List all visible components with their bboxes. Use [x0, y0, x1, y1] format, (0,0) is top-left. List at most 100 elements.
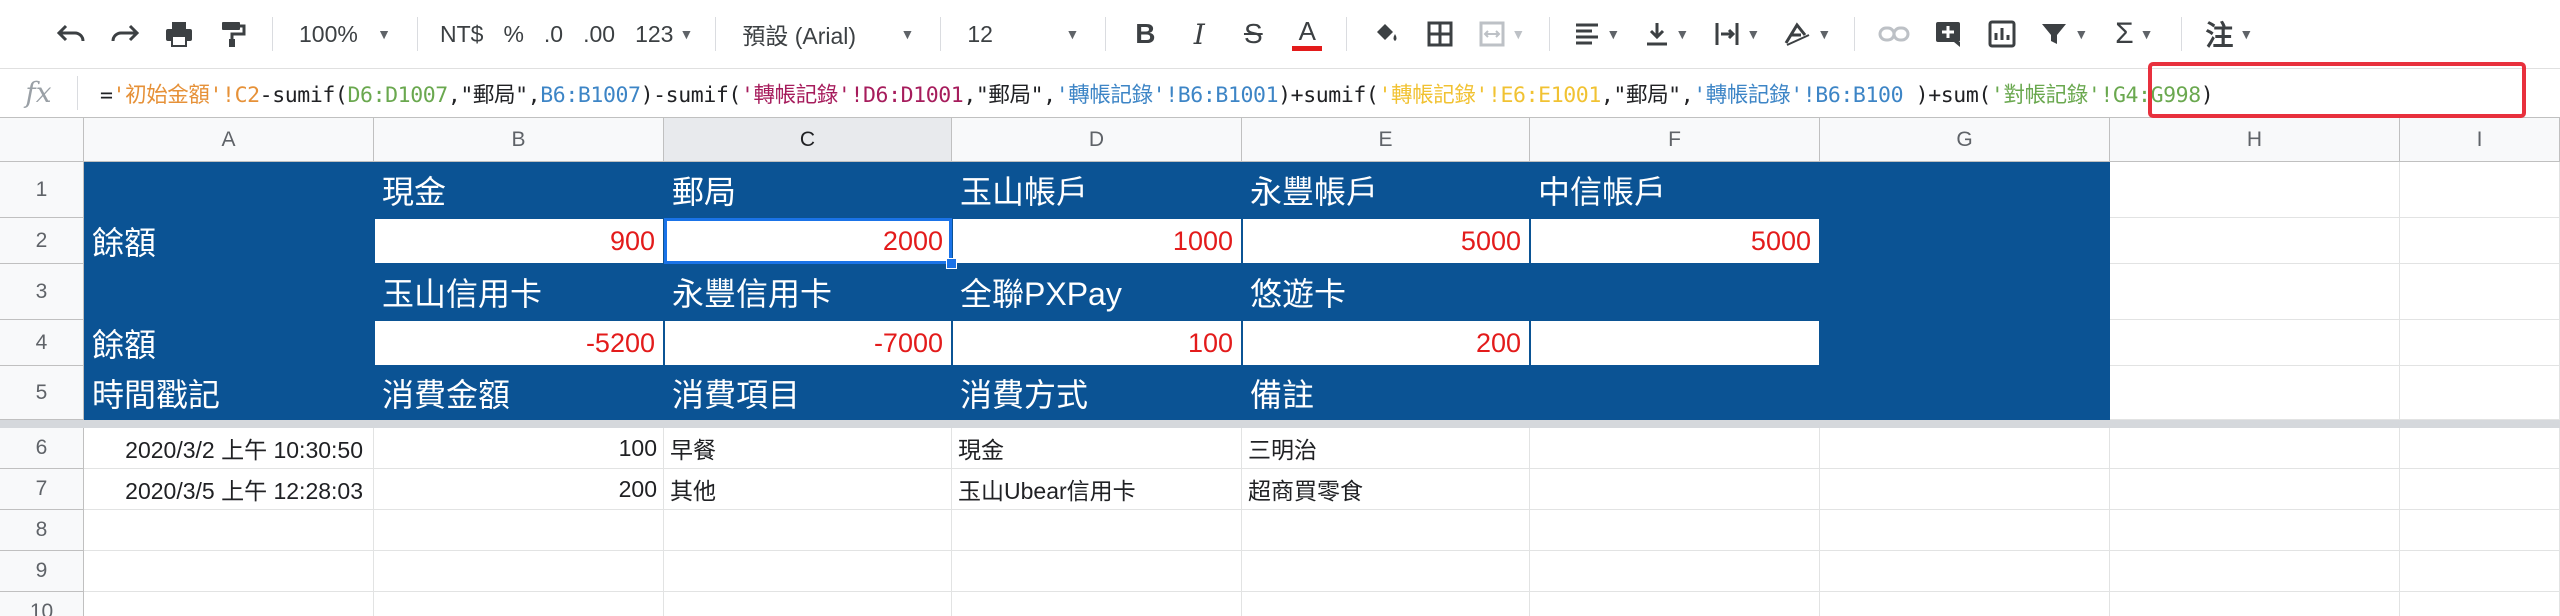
- empty-cell[interactable]: [1820, 551, 2110, 592]
- merge-cells-icon[interactable]: ▼: [1467, 12, 1537, 56]
- row-header-5[interactable]: 5: [0, 366, 84, 420]
- font-size-select[interactable]: 12 ▼: [953, 12, 1093, 56]
- filter-icon[interactable]: ▼: [2029, 12, 2099, 56]
- empty-cell[interactable]: [374, 551, 664, 592]
- empty-cell[interactable]: [2400, 218, 2560, 264]
- empty-cell[interactable]: [2110, 551, 2400, 592]
- data-cell-a6: 2020/3/2 上午 10:30:50: [84, 428, 374, 469]
- row-header-6[interactable]: 6: [0, 428, 84, 469]
- column-header-c[interactable]: C: [664, 118, 952, 162]
- decrease-decimal-button[interactable]: .0: [534, 12, 573, 56]
- bold-button[interactable]: B: [1118, 12, 1172, 56]
- empty-cell[interactable]: [2110, 162, 2400, 218]
- empty-cell[interactable]: [2400, 162, 2560, 218]
- empty-cell[interactable]: [2110, 592, 2400, 616]
- row-header-10[interactable]: 10: [0, 592, 84, 616]
- empty-cell[interactable]: [1530, 469, 1820, 510]
- empty-cell[interactable]: [84, 510, 374, 551]
- row-header-2[interactable]: 2: [0, 218, 84, 264]
- formula-input[interactable]: ='初始金額'!C2-sumif(D6:D1007,"郵局",B6:B1007)…: [100, 78, 2214, 109]
- empty-cell[interactable]: [664, 592, 952, 616]
- font-select[interactable]: 預設 (Arial) ▼: [728, 12, 928, 56]
- empty-cell[interactable]: [2400, 264, 2560, 320]
- undo-icon[interactable]: [44, 12, 98, 56]
- redo-icon[interactable]: [98, 12, 152, 56]
- empty-cell[interactable]: [2110, 264, 2400, 320]
- row-header-9[interactable]: 9: [0, 551, 84, 592]
- empty-cell[interactable]: [84, 551, 374, 592]
- empty-cell[interactable]: [952, 551, 1242, 592]
- empty-cell[interactable]: [1820, 510, 2110, 551]
- percent-format-button[interactable]: %: [493, 12, 533, 56]
- text-color-button[interactable]: A: [1280, 12, 1334, 56]
- empty-cell[interactable]: [2400, 510, 2560, 551]
- empty-cell[interactable]: [952, 510, 1242, 551]
- row-header-7[interactable]: 7: [0, 469, 84, 510]
- empty-cell[interactable]: [1530, 510, 1820, 551]
- empty-cell[interactable]: [1530, 428, 1820, 469]
- empty-cell[interactable]: [84, 592, 374, 616]
- column-header-g[interactable]: G: [1820, 118, 2110, 162]
- row-header-4[interactable]: 4: [0, 320, 84, 366]
- column-header-h[interactable]: H: [2110, 118, 2400, 162]
- empty-cell[interactable]: [2110, 428, 2400, 469]
- vertical-align-icon[interactable]: ▼: [1632, 12, 1702, 56]
- horizontal-align-icon[interactable]: ▼: [1562, 12, 1632, 56]
- column-header-b[interactable]: B: [374, 118, 664, 162]
- row-header-1[interactable]: 1: [0, 162, 84, 218]
- empty-cell[interactable]: [2400, 469, 2560, 510]
- frozen-rows-divider[interactable]: [0, 420, 2560, 428]
- empty-cell[interactable]: [2110, 320, 2400, 366]
- more-formats-button[interactable]: 123 ▼: [625, 12, 703, 56]
- currency-format-button[interactable]: NT$: [430, 12, 493, 56]
- borders-icon[interactable]: [1413, 12, 1467, 56]
- empty-cell[interactable]: [664, 510, 952, 551]
- empty-cell[interactable]: [2400, 428, 2560, 469]
- column-header-d[interactable]: D: [952, 118, 1242, 162]
- paint-format-icon[interactable]: [206, 12, 260, 56]
- column-header-e[interactable]: E: [1242, 118, 1530, 162]
- strikethrough-button[interactable]: S: [1226, 12, 1280, 56]
- empty-cell[interactable]: [664, 551, 952, 592]
- print-icon[interactable]: [152, 12, 206, 56]
- empty-cell[interactable]: [2110, 510, 2400, 551]
- zoom-select[interactable]: 100% ▼: [285, 12, 405, 56]
- empty-cell[interactable]: [952, 592, 1242, 616]
- row-header-3[interactable]: 3: [0, 264, 84, 320]
- text-rotation-icon[interactable]: ▼: [1772, 12, 1842, 56]
- empty-cell[interactable]: [2400, 592, 2560, 616]
- empty-cell[interactable]: [1530, 592, 1820, 616]
- insert-chart-icon[interactable]: [1975, 12, 2029, 56]
- empty-cell[interactable]: [2400, 366, 2560, 420]
- empty-cell[interactable]: [374, 510, 664, 551]
- fill-color-icon[interactable]: [1359, 12, 1413, 56]
- increase-decimal-button[interactable]: .00: [573, 12, 625, 56]
- empty-cell[interactable]: [1242, 551, 1530, 592]
- column-header-a[interactable]: A: [84, 118, 374, 162]
- empty-cell[interactable]: [2400, 551, 2560, 592]
- italic-button[interactable]: I: [1172, 12, 1226, 56]
- insert-comment-icon[interactable]: [1921, 12, 1975, 56]
- formula-bar: fx ='初始金額'!C2-sumif(D6:D1007,"郵局",B6:B10…: [0, 68, 2560, 118]
- empty-cell[interactable]: [2110, 469, 2400, 510]
- empty-cell[interactable]: [1820, 428, 2110, 469]
- empty-cell[interactable]: [1820, 592, 2110, 616]
- empty-cell[interactable]: [1242, 592, 1530, 616]
- fill-handle[interactable]: [946, 258, 957, 269]
- header-cell-e5: 備註: [1242, 366, 1530, 420]
- empty-cell[interactable]: [374, 592, 664, 616]
- empty-cell[interactable]: [1242, 510, 1530, 551]
- input-tools-button[interactable]: 注 ▼: [2194, 12, 2264, 56]
- row-header-8[interactable]: 8: [0, 510, 84, 551]
- empty-cell[interactable]: [2110, 218, 2400, 264]
- text-wrapping-icon[interactable]: ▼: [1702, 12, 1772, 56]
- empty-cell[interactable]: [1530, 551, 1820, 592]
- empty-cell[interactable]: [2400, 320, 2560, 366]
- column-header-f[interactable]: F: [1530, 118, 1820, 162]
- empty-cell[interactable]: [2110, 366, 2400, 420]
- functions-button[interactable]: Σ ▼: [2099, 12, 2169, 56]
- insert-link-icon[interactable]: [1867, 12, 1921, 56]
- column-header-i[interactable]: I: [2400, 118, 2560, 162]
- select-all-corner[interactable]: [0, 118, 84, 162]
- empty-cell[interactable]: [1820, 469, 2110, 510]
